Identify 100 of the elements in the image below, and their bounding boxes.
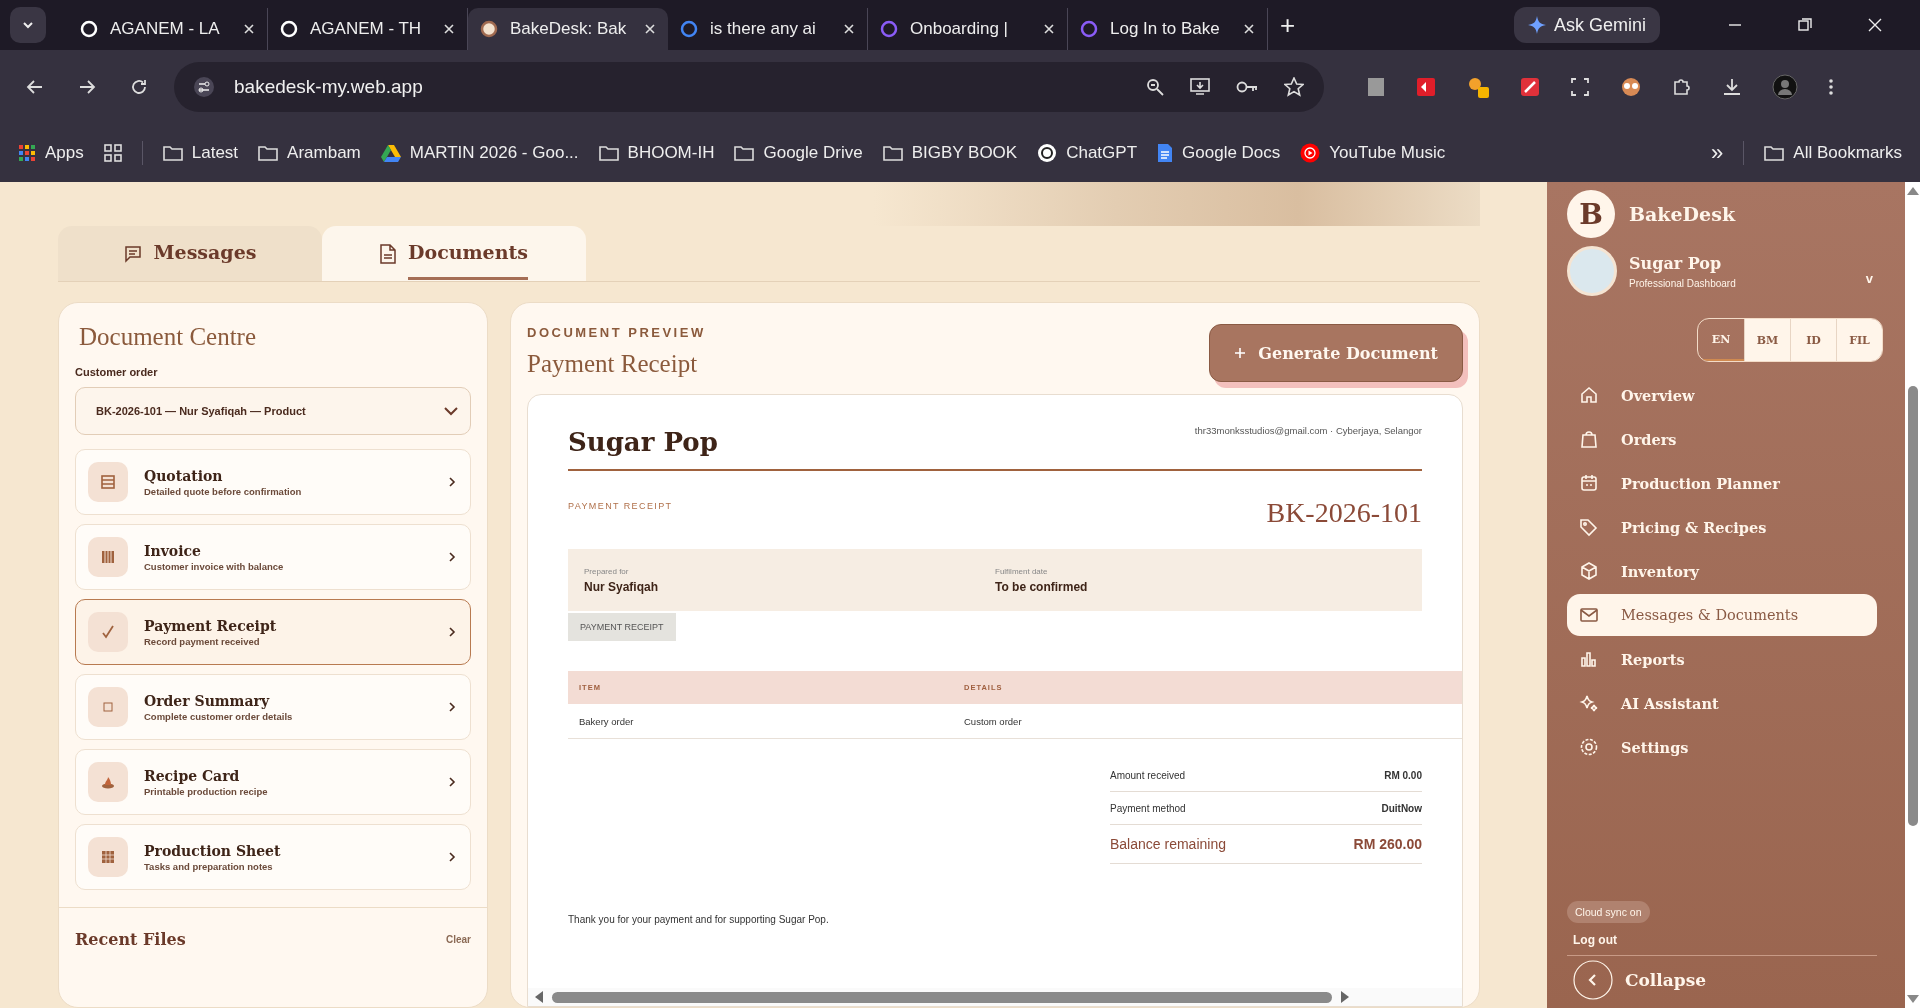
browser-tab[interactable]: BakeDesk: Bak bbox=[468, 8, 668, 50]
bookmark[interactable]: BIGBY BOOK bbox=[882, 143, 1018, 163]
scroll-right-icon[interactable] bbox=[1340, 991, 1350, 1003]
info-value: To be confirmed bbox=[995, 579, 1089, 594]
back-icon[interactable] bbox=[26, 78, 44, 96]
nav-item[interactable]: Orders bbox=[1567, 418, 1877, 460]
log-out-link[interactable]: Log out bbox=[1573, 933, 1871, 947]
info-label: Fulfilment date bbox=[995, 566, 1049, 576]
avatar-icon[interactable] bbox=[1772, 74, 1798, 100]
document-type-item[interactable]: Quotation Detailed quote before confirmation bbox=[75, 449, 471, 515]
menu-icon[interactable] bbox=[1828, 78, 1834, 96]
business-switcher[interactable]: Sugar Pop Professional Dashboard v bbox=[1567, 246, 1877, 296]
bookmark[interactable]: ChatGPT bbox=[1037, 143, 1138, 163]
document-tag: PAYMENT RECEIPT bbox=[568, 613, 676, 641]
tab-groups-icon[interactable] bbox=[103, 144, 122, 162]
gear-icon bbox=[1579, 737, 1599, 757]
document-type-item[interactable]: Order Summary Complete customer order details bbox=[75, 674, 471, 740]
bookmark[interactable]: Apps bbox=[18, 143, 84, 163]
clear-link[interactable]: Clear bbox=[446, 934, 471, 945]
puzzle-icon[interactable] bbox=[1672, 77, 1692, 97]
chevron-down-icon bbox=[444, 406, 458, 416]
total-label: Amount received bbox=[1110, 769, 1186, 781]
site-logo-icon bbox=[80, 20, 98, 38]
all-bookmarks-button[interactable]: All Bookmarks bbox=[1764, 143, 1902, 163]
business-name: Sugar Pop bbox=[568, 427, 718, 457]
nav-item[interactable]: Overview bbox=[1567, 374, 1877, 416]
address-bar[interactable]: bakedesk-my.web.app bbox=[174, 62, 1324, 112]
folder-icon bbox=[882, 145, 903, 161]
bookmark[interactable]: BHOOM-IH bbox=[598, 143, 715, 163]
document-type-item[interactable]: Production Sheet Tasks and preparation notes bbox=[75, 824, 471, 890]
language-option[interactable]: BM bbox=[1744, 319, 1790, 361]
language-option[interactable]: FIL bbox=[1836, 319, 1882, 361]
scroll-left-icon[interactable] bbox=[534, 991, 544, 1003]
scroll-up-icon[interactable] bbox=[1906, 186, 1919, 196]
close-icon[interactable] bbox=[243, 23, 255, 35]
document-type-item[interactable]: Invoice Customer invoice with balance bbox=[75, 524, 471, 590]
close-icon[interactable] bbox=[1868, 18, 1882, 32]
more-bookmarks-button[interactable]: » bbox=[1711, 140, 1724, 166]
panel-title: Payment Receipt bbox=[527, 350, 699, 378]
screenshot-icon[interactable] bbox=[1570, 77, 1590, 97]
sparkle-icon bbox=[1527, 16, 1546, 34]
close-icon[interactable] bbox=[843, 23, 855, 35]
nav-item[interactable]: Reports bbox=[1567, 638, 1877, 680]
chevron-right-icon bbox=[448, 702, 456, 712]
restore-icon[interactable] bbox=[1798, 18, 1812, 32]
bag-icon bbox=[1579, 429, 1599, 449]
key-icon[interactable] bbox=[1236, 80, 1258, 94]
bookmark[interactable]: Google Drive bbox=[734, 143, 863, 163]
tab[interactable]: Messages bbox=[58, 226, 322, 281]
chevron-right-icon bbox=[448, 477, 456, 487]
list-icon bbox=[88, 462, 128, 502]
site-settings-icon[interactable] bbox=[194, 77, 214, 97]
tag-icon bbox=[1579, 517, 1599, 537]
knot-logo-icon bbox=[1037, 143, 1058, 163]
nav-item[interactable]: Pricing & Recipes bbox=[1567, 506, 1877, 548]
bookmark[interactable]: Latest bbox=[162, 143, 239, 163]
site-logo-icon bbox=[480, 20, 498, 38]
nav-item[interactable]: Inventory bbox=[1567, 550, 1877, 592]
tab[interactable]: Documents bbox=[322, 226, 586, 281]
extension-icon[interactable] bbox=[1416, 77, 1436, 97]
new-tab-button[interactable]: + bbox=[1280, 9, 1296, 41]
nav-item[interactable]: AI Assistant bbox=[1567, 682, 1877, 724]
bookmark[interactable]: Arambam bbox=[258, 143, 361, 163]
extension-icon[interactable] bbox=[1620, 77, 1642, 97]
nav-item[interactable]: Messages & Documents bbox=[1567, 594, 1877, 636]
forward-icon[interactable] bbox=[78, 78, 96, 96]
reload-icon[interactable] bbox=[130, 78, 148, 96]
order-dropdown[interactable]: BK-2026-101 — Nur Syafiqah — Product bbox=[75, 387, 471, 435]
horizontal-scrollbar[interactable] bbox=[528, 988, 1462, 1006]
chat-bubble-icon bbox=[123, 244, 142, 263]
bookmark[interactable]: Google Docs bbox=[1157, 143, 1281, 163]
document-type-item[interactable]: Recipe Card Printable production recipe bbox=[75, 749, 471, 815]
bookmark[interactable]: YouTube Music bbox=[1300, 143, 1446, 163]
close-icon[interactable] bbox=[1243, 23, 1255, 35]
business-logo-placeholder bbox=[1567, 246, 1617, 296]
total-value: DuitNow bbox=[1381, 802, 1422, 814]
collapse-button[interactable]: Collapse bbox=[1573, 960, 1877, 1000]
scroll-down-icon[interactable] bbox=[1906, 994, 1919, 1004]
document-icon bbox=[1157, 143, 1174, 163]
close-icon[interactable] bbox=[644, 23, 656, 35]
download-icon[interactable] bbox=[1722, 77, 1742, 97]
ask-gemini-button[interactable]: Ask Gemini bbox=[1513, 7, 1660, 43]
install-icon[interactable] bbox=[1190, 78, 1210, 96]
sparkle-icon bbox=[1579, 693, 1599, 713]
zoom-icon[interactable] bbox=[1146, 78, 1164, 96]
nav-item[interactable]: Settings bbox=[1567, 726, 1877, 768]
calendar-icon bbox=[1579, 473, 1599, 493]
nav-item[interactable]: Production Planner bbox=[1567, 462, 1877, 504]
table-cell-text: Custom order bbox=[963, 715, 1023, 727]
language-option[interactable]: ID bbox=[1790, 319, 1836, 361]
folder-icon bbox=[598, 145, 619, 161]
document-type-item[interactable]: Payment Receipt Record payment received bbox=[75, 599, 471, 665]
total-value: RM 0.00 bbox=[1384, 769, 1422, 781]
extension-icon[interactable] bbox=[1466, 75, 1490, 99]
bookmark[interactable]: MARTIN 2026 - Goo... bbox=[380, 143, 579, 163]
close-icon[interactable] bbox=[443, 23, 455, 35]
close-icon[interactable] bbox=[1043, 23, 1055, 35]
chevron-right-icon bbox=[448, 777, 456, 787]
star-icon[interactable] bbox=[1284, 77, 1304, 97]
extension-icon[interactable] bbox=[1520, 77, 1540, 97]
